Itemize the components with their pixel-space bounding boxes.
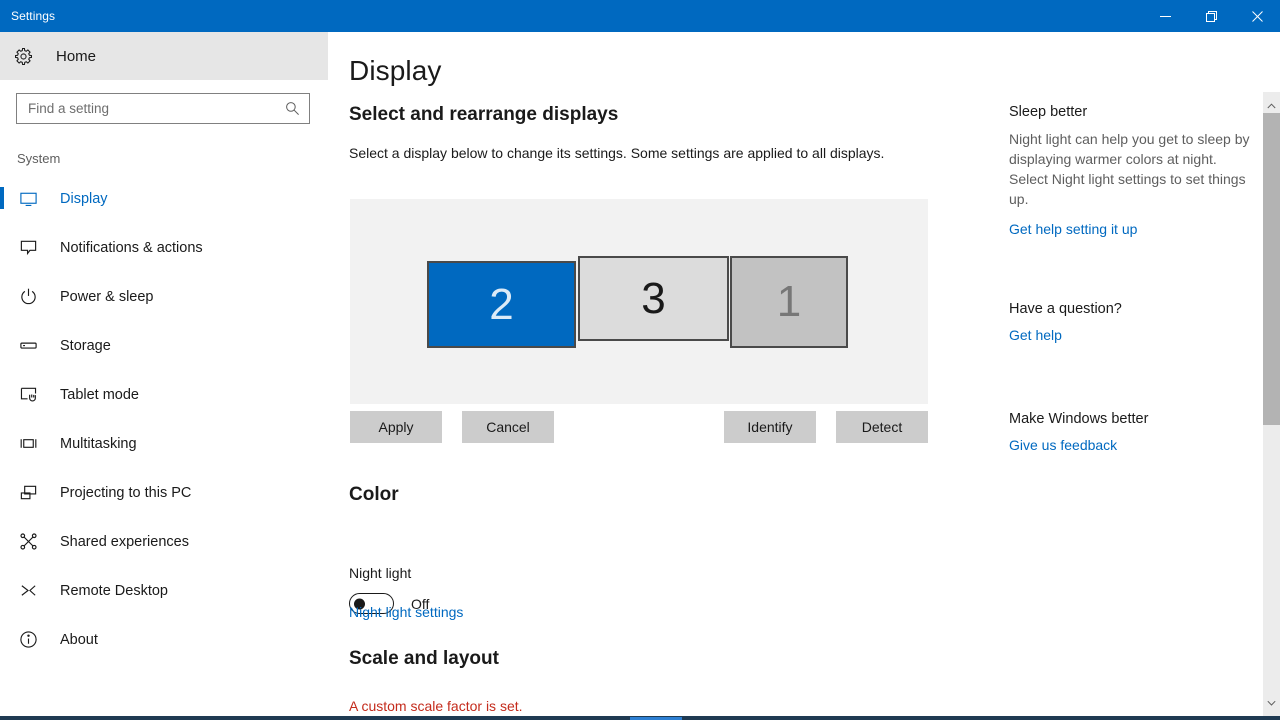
sidebar-item-label: About: [60, 631, 98, 648]
arrange-heading: Select and rearrange displays: [349, 104, 619, 125]
monitor-icon: [17, 188, 39, 210]
scrollbar-thumb[interactable]: [1263, 113, 1280, 425]
sidebar-item-home[interactable]: Home: [0, 32, 328, 80]
arrange-description: Select a display below to change its set…: [349, 145, 885, 161]
display-monitor-2[interactable]: 2: [427, 261, 576, 348]
display-arrangement-panel[interactable]: 2 3 1: [350, 199, 928, 404]
help-pane: Sleep better Night light can help you ge…: [1000, 32, 1262, 720]
drive-icon: [17, 335, 39, 357]
sidebar-item-remote-desktop[interactable]: Remote Desktop: [0, 566, 328, 615]
restore-icon: [1205, 10, 1217, 22]
sidebar-item-storage[interactable]: Storage: [0, 321, 328, 370]
speech-bubble-icon: [17, 237, 39, 259]
sidebar-item-notifications-actions[interactable]: Notifications & actions: [0, 223, 328, 272]
sidebar-item-label: Notifications & actions: [60, 239, 203, 256]
page-title: Display: [349, 55, 442, 86]
scroll-down-button[interactable]: [1263, 693, 1280, 710]
sidebar-item-multitasking[interactable]: Multitasking: [0, 419, 328, 468]
search-input[interactable]: [17, 94, 285, 123]
sidebar-item-label: Tablet mode: [60, 386, 139, 403]
sidebar-item-label: Remote Desktop: [60, 582, 168, 599]
sidebar: Home System: [0, 32, 328, 720]
search-box[interactable]: [16, 93, 310, 124]
close-icon: [1251, 10, 1263, 22]
identify-button[interactable]: Identify: [724, 411, 816, 443]
settings-window: Settings Home Find a setting System Disp…: [0, 0, 1280, 720]
help-section-body: Night light can help you get to sleep by…: [1009, 131, 1250, 207]
apply-button[interactable]: Apply: [350, 411, 442, 443]
chevron-up-icon: [1267, 96, 1276, 114]
remote-desktop-icon: [17, 580, 39, 602]
sidebar-item-tablet-mode[interactable]: Tablet mode: [0, 370, 328, 419]
project-screen-icon: [17, 482, 39, 504]
color-heading: Color: [349, 484, 399, 505]
get-help-setting-it-up-link[interactable]: Get help setting it up: [1009, 221, 1137, 237]
sidebar-item-about[interactable]: About: [0, 615, 328, 664]
custom-scale-warning: A custom scale factor is set.: [349, 698, 523, 714]
power-icon: [17, 286, 39, 308]
close-button[interactable]: [1234, 0, 1280, 32]
night-light-label: Night light: [349, 565, 412, 581]
tablet-hand-icon: [17, 384, 39, 406]
sidebar-item-label: Storage: [60, 337, 111, 354]
sidebar-item-label: Multitasking: [60, 435, 137, 452]
display-monitor-3[interactable]: 3: [578, 256, 729, 341]
help-section-title: Sleep better: [1009, 104, 1088, 120]
give-us-feedback-link[interactable]: Give us feedback: [1009, 437, 1117, 453]
display-monitor-number: 2: [489, 279, 514, 329]
window-title: Settings: [11, 9, 56, 23]
cancel-button[interactable]: Cancel: [462, 411, 554, 443]
title-bar: Settings: [0, 0, 1280, 32]
display-monitor-number: 3: [641, 273, 666, 323]
get-help-link[interactable]: Get help: [1009, 327, 1062, 343]
multitask-icon: [17, 433, 39, 455]
restore-button[interactable]: [1188, 0, 1234, 32]
sidebar-item-projecting-to-this-pc[interactable]: Projecting to this PC: [0, 468, 328, 517]
chevron-down-icon: [1267, 693, 1276, 711]
help-section-title: Have a question?: [1009, 301, 1122, 317]
sidebar-item-power-sleep[interactable]: Power & sleep: [0, 272, 328, 321]
scale-heading: Scale and layout: [349, 648, 499, 669]
sidebar-item-label: Projecting to this PC: [60, 484, 192, 501]
nav-section-title: System: [17, 151, 61, 166]
search-icon[interactable]: [285, 101, 309, 116]
nav-list: Display Notifications & actions Power & …: [0, 174, 328, 664]
share-nodes-icon: [17, 531, 39, 553]
display-action-buttons: Apply Cancel Identify Detect: [350, 411, 928, 443]
info-icon: [17, 629, 39, 651]
help-section-title: Make Windows better: [1009, 411, 1149, 427]
sidebar-item-display[interactable]: Display: [0, 174, 328, 223]
vertical-scrollbar[interactable]: [1263, 92, 1280, 720]
gear-icon: [14, 47, 44, 66]
sidebar-item-label: Shared experiences: [60, 533, 189, 550]
home-label: Home: [56, 47, 97, 65]
display-monitor-1[interactable]: 1: [730, 256, 848, 348]
main-content: Display Select and rearrange displays Se…: [328, 32, 1000, 720]
sidebar-item-label: Display: [60, 190, 108, 207]
sidebar-item-shared-experiences[interactable]: Shared experiences: [0, 517, 328, 566]
display-monitor-number: 1: [776, 277, 802, 326]
minimize-icon: [1159, 11, 1171, 22]
detect-button[interactable]: Detect: [836, 411, 928, 443]
night-light-settings-link[interactable]: Night light settings: [349, 604, 463, 620]
sidebar-item-label: Power & sleep: [60, 288, 154, 305]
scroll-up-button[interactable]: [1263, 96, 1280, 113]
minimize-button[interactable]: [1142, 0, 1188, 32]
